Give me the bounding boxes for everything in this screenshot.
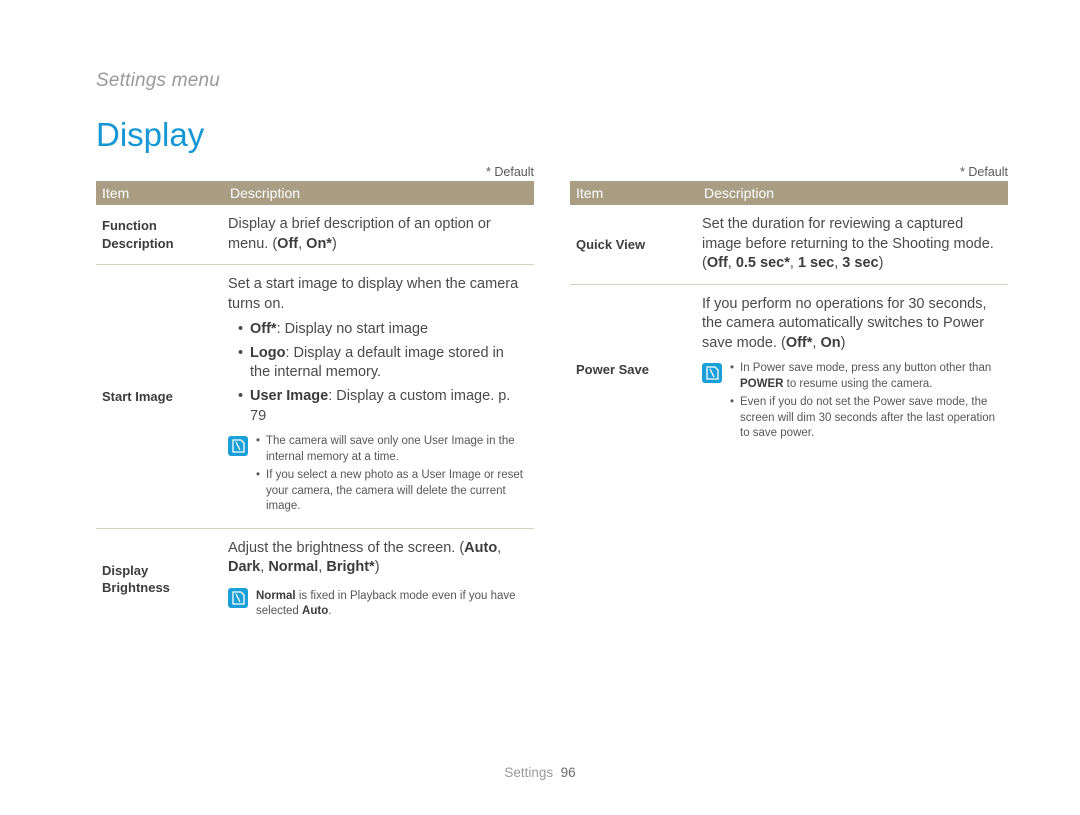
list-item: User Image: Display a custom image. p. 7… — [238, 387, 528, 426]
breadcrumb: Settings menu — [96, 70, 220, 92]
note-text: Normal is fixed in Playback mode even if… — [256, 586, 528, 620]
note-list: In Power save mode, press any button oth… — [730, 361, 1002, 445]
note-block: The camera will save only one User Image… — [228, 434, 528, 518]
row-desc-start-image: Set a start image to display when the ca… — [222, 265, 534, 529]
table-header-description: Description — [696, 181, 1008, 205]
left-column: * Default Item Description Function Desc… — [96, 165, 534, 630]
footer-label: Settings — [504, 765, 553, 780]
table-row: Start Image Set a start image to display… — [96, 265, 534, 529]
list-item: Even if you do not set the Power save mo… — [730, 395, 1002, 442]
note-icon — [228, 436, 248, 456]
list-item: Logo: Display a default image stored in … — [238, 344, 528, 383]
row-item-function-description: Function Description — [96, 205, 222, 265]
page-footer: Settings 96 — [0, 765, 1080, 780]
table-row: Power Save If you perform no operations … — [570, 284, 1008, 455]
default-note-left: * Default — [96, 165, 534, 179]
row-item-display-brightness: Display Brightness — [96, 528, 222, 630]
table-row: Function Description Display a brief des… — [96, 205, 534, 265]
row-desc-power-save: If you perform no operations for 30 seco… — [696, 284, 1008, 455]
row-item-power-save: Power Save — [570, 284, 696, 455]
table-header-item: Item — [96, 181, 222, 205]
right-column: * Default Item Description Quick View Se… — [570, 165, 1008, 455]
list-item: If you select a new photo as a User Imag… — [256, 468, 528, 515]
list-item: Off*: Display no start image — [238, 320, 528, 340]
settings-table-right: Item Description Quick View Set the dura… — [570, 181, 1008, 455]
row-desc-function-description: Display a brief description of an option… — [222, 205, 534, 265]
default-note-right: * Default — [570, 165, 1008, 179]
page-number: 96 — [561, 765, 576, 780]
table-row: Quick View Set the duration for reviewin… — [570, 205, 1008, 284]
row-item-start-image: Start Image — [96, 265, 222, 529]
list-item: In Power save mode, press any button oth… — [730, 361, 1002, 392]
row-desc-quick-view: Set the duration for reviewing a capture… — [696, 205, 1008, 284]
start-image-options: Off*: Display no start image Logo: Displ… — [228, 320, 528, 426]
table-header-item: Item — [570, 181, 696, 205]
table-header-description: Description — [222, 181, 534, 205]
settings-table-left: Item Description Function Description Di… — [96, 181, 534, 630]
note-block: In Power save mode, press any button oth… — [702, 361, 1002, 445]
row-desc-display-brightness: Adjust the brightness of the screen. (Au… — [222, 528, 534, 630]
table-row: Display Brightness Adjust the brightness… — [96, 528, 534, 630]
row-item-quick-view: Quick View — [570, 205, 696, 284]
section-title-display: Display — [96, 116, 204, 154]
note-list: The camera will save only one User Image… — [256, 434, 528, 518]
note-icon — [702, 363, 722, 383]
note-icon — [228, 588, 248, 608]
list-item: The camera will save only one User Image… — [256, 434, 528, 465]
note-block: Normal is fixed in Playback mode even if… — [228, 586, 528, 620]
